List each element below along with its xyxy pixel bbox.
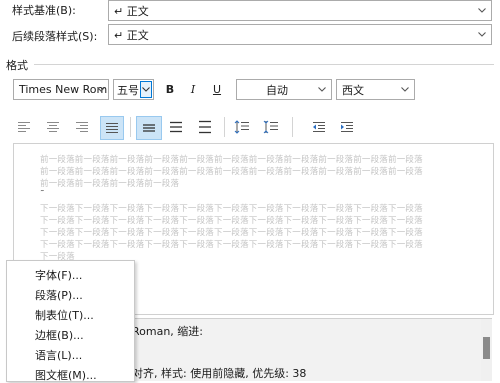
next-style-select[interactable]: ↵ 正文 [108, 24, 492, 45]
style-based-on-select[interactable]: ↵ 正文 [108, 0, 492, 21]
increase-paragraph-spacing-icon[interactable] [232, 118, 252, 136]
font-color-value: 自动 [266, 83, 288, 97]
preview-prev-line: 前一段落前一段落前一段落前一段落前一段落前一段落前一段落前一段落前一段落前一段落… [40, 167, 423, 177]
chevron-down-icon [478, 30, 486, 38]
chevron-down-icon [97, 85, 105, 93]
preview-next-line: 下一段落下一段落下一段落下一段落下一段落下一段落下一段落下一段落下一段落下一段落… [40, 228, 423, 238]
font-color-select[interactable]: 自动 [236, 79, 332, 100]
menu-item-frame[interactable]: 图文框(M)... [35, 367, 97, 383]
style-based-on-label: 样式基准(B): [12, 4, 76, 17]
description-line: Roman, 缩进: [132, 325, 204, 338]
double-spacing-icon[interactable] [195, 118, 215, 136]
preview-prev-line: 前一段落前一段落前一段落前一段落前一段落前一段落前一段落前一段落前一段落前一段落… [40, 155, 423, 165]
description-line: 对齐, 样式: 使用前隐藏, 优先级: 38 [132, 367, 307, 380]
chevron-down-icon [318, 85, 326, 93]
menu-item-border[interactable]: 边框(B)... [35, 327, 84, 343]
chevron-down-icon [140, 81, 152, 98]
format-section-title: 格式 [6, 59, 28, 72]
bold-button[interactable]: B [161, 80, 179, 98]
align-center-icon[interactable] [43, 118, 63, 136]
style-based-on-value: ↵ 正文 [114, 4, 149, 18]
justify-icon[interactable] [100, 116, 124, 140]
description-scrollbar[interactable] [481, 319, 492, 381]
preview-next-line: 下一段落下一段落下一段落下一段落下一段落下一段落下一段落下一段落下一段落下一段落… [40, 240, 423, 250]
increase-indent-icon[interactable] [337, 118, 357, 136]
toolbar-separator [224, 117, 225, 137]
chevron-down-icon [401, 85, 409, 93]
font-name-value: Times New Rom [19, 83, 108, 96]
menu-item-language[interactable]: 语言(L)... [35, 347, 82, 363]
next-style-label: 后续段落样式(S): [12, 30, 98, 43]
scrollbar-thumb[interactable] [483, 337, 490, 359]
single-spacing-icon[interactable] [136, 116, 162, 140]
decrease-indent-icon[interactable] [309, 118, 329, 136]
decrease-paragraph-spacing-icon[interactable] [261, 118, 281, 136]
menu-item-tabs[interactable]: 制表位(T)... [35, 307, 94, 323]
script-select[interactable]: 西文 [336, 79, 415, 100]
chevron-down-icon [478, 6, 486, 14]
toolbar-separator [130, 117, 131, 137]
format-menu: 字体(F)... 段落(P)... 制表位(T)... 边框(B)... 语言(… [6, 260, 135, 382]
italic-button[interactable]: I [184, 80, 202, 98]
next-style-value: ↵ 正文 [114, 28, 149, 42]
font-name-select[interactable]: Times New Rom [13, 79, 109, 100]
toolbar-separator [292, 117, 293, 137]
align-right-icon[interactable] [72, 118, 92, 136]
preview-prev-line: 前一段落前一段落前一段落前一段落 [40, 179, 180, 189]
section-divider [34, 64, 494, 65]
font-size-value: 五号 [117, 83, 139, 97]
script-value: 西文 [342, 83, 364, 97]
underline-button[interactable]: U [208, 80, 226, 98]
preview-next-line: 下一段落下一段落下一段落下一段落下一段落下一段落下一段落下一段落下一段落下一段落… [40, 204, 423, 214]
align-left-icon[interactable] [14, 118, 34, 136]
menu-item-font[interactable]: 字体(F)... [35, 267, 82, 283]
one-half-spacing-icon[interactable] [166, 118, 186, 136]
preview-sample-mark: ˜ [40, 190, 45, 200]
font-size-select[interactable]: 五号 [113, 79, 154, 100]
menu-item-paragraph[interactable]: 段落(P)... [35, 287, 83, 303]
preview-next-line: 下一段落下一段落下一段落下一段落下一段落下一段落下一段落下一段落下一段落下一段落… [40, 216, 423, 226]
